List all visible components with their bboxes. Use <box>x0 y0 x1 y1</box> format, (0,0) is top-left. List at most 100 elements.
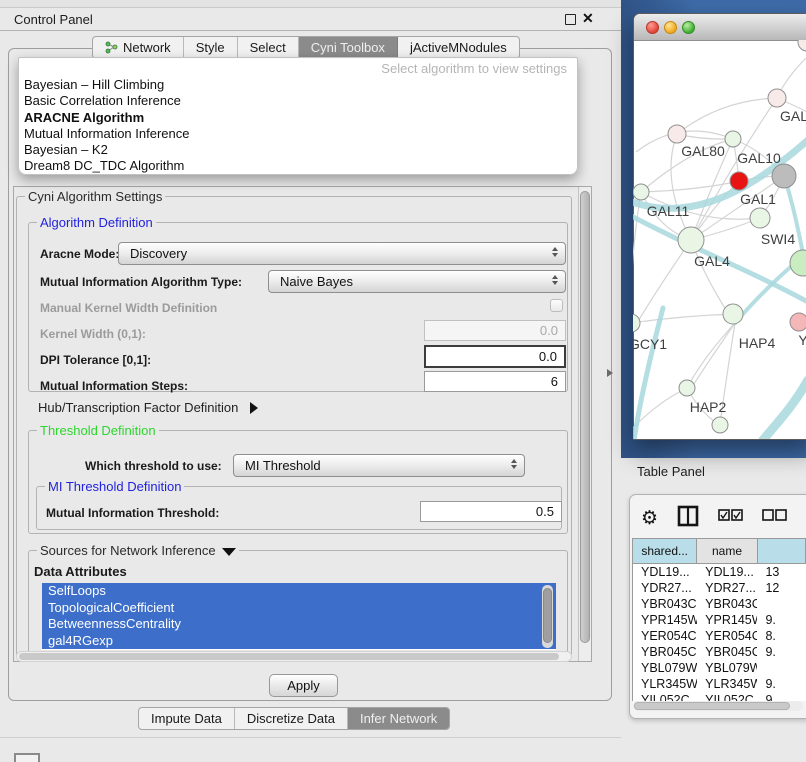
tab-style[interactable]: Style <box>184 37 238 58</box>
network-node[interactable] <box>730 172 748 190</box>
network-node[interactable] <box>723 304 743 324</box>
scrollbar-thumb[interactable] <box>19 653 559 660</box>
aracne-mode-select[interactable]: Discovery <box>118 242 566 265</box>
scrollbar-thumb[interactable] <box>543 588 552 643</box>
table-cell[interactable]: YBL079W <box>697 660 757 676</box>
network-node[interactable] <box>668 125 686 143</box>
table-cell[interactable]: YDR27... <box>697 580 757 596</box>
network-node[interactable] <box>768 89 786 107</box>
show-columns-icon[interactable] <box>718 509 743 527</box>
network-node[interactable] <box>798 40 806 51</box>
tab-network[interactable]: Network <box>93 37 184 58</box>
tab-jactivemnodules[interactable]: jActiveMNodules <box>398 37 519 58</box>
table-cell[interactable] <box>757 596 806 612</box>
table-row[interactable]: YDR27...YDR27...12 <box>633 580 806 596</box>
window-zoom-icon[interactable] <box>682 21 695 34</box>
network-canvas[interactable]: GALGAL80GAL10GAL1GAL11SWI4GAL4GCY1HAP4YH… <box>633 40 806 439</box>
network-window-titlebar[interactable] <box>634 14 806 41</box>
table-cell[interactable]: YBR045C <box>633 644 697 660</box>
algorithm-option[interactable]: ARACNE Algorithm <box>19 110 577 126</box>
table-cell[interactable]: YDL19... <box>633 564 697 580</box>
network-node[interactable] <box>750 208 770 228</box>
mi-steps-field[interactable]: 6 <box>424 371 566 392</box>
network-node[interactable] <box>633 314 640 332</box>
tab-impute-data[interactable]: Impute Data <box>139 708 235 729</box>
table-column-header[interactable]: shared... <box>633 539 697 564</box>
dpi-tolerance-field[interactable]: 0.0 <box>424 345 566 368</box>
table-cell[interactable]: 9. <box>757 612 806 628</box>
manual-kernel-checkbox[interactable] <box>550 299 563 312</box>
table-row[interactable]: YBR045CYBR045C9. <box>633 644 806 660</box>
table-row[interactable]: YPR145WYPR145W9. <box>633 612 806 628</box>
settings-horizontal-scrollbar[interactable] <box>16 651 572 662</box>
table-row[interactable]: YLR345WYLR345W9. <box>633 676 806 692</box>
data-attributes-list[interactable]: SelfLoopsTopologicalCoefficientBetweenne… <box>42 583 556 650</box>
scrollbar-thumb[interactable] <box>580 191 590 643</box>
close-icon[interactable]: ✕ <box>582 10 594 27</box>
mi-threshold-field[interactable]: 0.5 <box>420 501 562 522</box>
table-column-header[interactable] <box>758 539 806 564</box>
network-node[interactable] <box>678 227 704 253</box>
settings-vertical-scrollbar[interactable] <box>578 187 591 661</box>
mi-type-select[interactable]: Naive Bayes <box>268 270 566 293</box>
tab-infer-network[interactable]: Infer Network <box>348 708 449 729</box>
data-attribute-item[interactable]: SelfLoops <box>42 583 556 600</box>
table-cell[interactable]: YER054C <box>697 628 757 644</box>
tab-discretize-data[interactable]: Discretize Data <box>235 708 348 729</box>
table-horizontal-scrollbar[interactable] <box>633 701 803 711</box>
table-cell[interactable]: YPR145W <box>633 612 697 628</box>
table-row[interactable]: YER054CYER054C8. <box>633 628 806 644</box>
table-cell[interactable]: YIL052C <box>633 692 697 701</box>
data-attribute-item[interactable]: TopologicalCoefficient <box>42 600 556 617</box>
scrollbar-thumb[interactable] <box>634 702 790 710</box>
table-cell[interactable]: 9. <box>757 676 806 692</box>
table-cell[interactable]: YBR043C <box>697 596 757 612</box>
table-cell[interactable]: YER054C <box>633 628 697 644</box>
algorithm-option[interactable]: Bayesian – Hill Climbing <box>19 77 577 93</box>
tab-select[interactable]: Select <box>238 37 299 58</box>
data-attribute-item[interactable]: gal4RGexp <box>42 633 556 650</box>
table-cell[interactable] <box>757 660 806 676</box>
hide-columns-icon[interactable] <box>762 509 787 527</box>
table-row[interactable]: YBR043CYBR043C <box>633 596 806 612</box>
table-cell[interactable]: 12 <box>757 580 806 596</box>
table-cell[interactable]: 9 <box>757 692 806 701</box>
float-window-icon[interactable] <box>565 14 576 25</box>
gear-icon[interactable]: ⚙ <box>641 509 658 528</box>
data-attribute-item[interactable]: BetweennessCentrality <box>42 616 556 633</box>
table-cell[interactable]: YPR145W <box>697 612 757 628</box>
network-node[interactable] <box>790 250 806 276</box>
tab-cyni-toolbox[interactable]: Cyni Toolbox <box>299 37 398 58</box>
which-threshold-select[interactable]: MI Threshold <box>233 454 525 477</box>
table-cell[interactable]: 8. <box>757 628 806 644</box>
table-cell[interactable]: YLR345W <box>633 676 697 692</box>
table-row[interactable]: YDL19...YDL19...13 <box>633 564 806 580</box>
panel-divider-handle[interactable] <box>607 369 613 377</box>
table-cell[interactable]: YBR045C <box>697 644 757 660</box>
network-node[interactable] <box>712 417 728 433</box>
table-row[interactable]: YBL079WYBL079W <box>633 660 806 676</box>
network-node[interactable] <box>633 184 649 200</box>
column-view-icon[interactable] <box>677 505 699 532</box>
list-vertical-scrollbar[interactable] <box>542 585 553 648</box>
network-node[interactable] <box>679 380 695 396</box>
hub-definition-toggle[interactable]: Hub/Transcription Factor Definition <box>38 400 258 415</box>
table-cell[interactable]: YBR043C <box>633 596 697 612</box>
algorithm-option[interactable]: Mutual Information Inference <box>19 126 577 142</box>
window-minimize-icon[interactable] <box>664 21 677 34</box>
algorithm-option[interactable]: Bayesian – K2 <box>19 142 577 158</box>
apply-button[interactable]: Apply <box>269 674 338 697</box>
table-cell[interactable]: YDL19... <box>697 564 757 580</box>
table-cell[interactable]: YIL052C <box>697 692 757 701</box>
algorithm-option[interactable]: Basic Correlation Inference <box>19 93 577 109</box>
table-cell[interactable]: YBL079W <box>633 660 697 676</box>
table-cell[interactable]: YDR27... <box>633 580 697 596</box>
sources-group-title[interactable]: Sources for Network Inference <box>37 543 239 558</box>
dock-panel-icon[interactable] <box>14 753 40 762</box>
network-node[interactable] <box>725 131 741 147</box>
table-row[interactable]: YIL052CYIL052C9 <box>633 692 806 701</box>
table-cell[interactable]: 9. <box>757 644 806 660</box>
table-cell[interactable]: 13 <box>757 564 806 580</box>
network-node[interactable] <box>790 313 806 331</box>
table-column-header[interactable]: name <box>697 539 757 564</box>
